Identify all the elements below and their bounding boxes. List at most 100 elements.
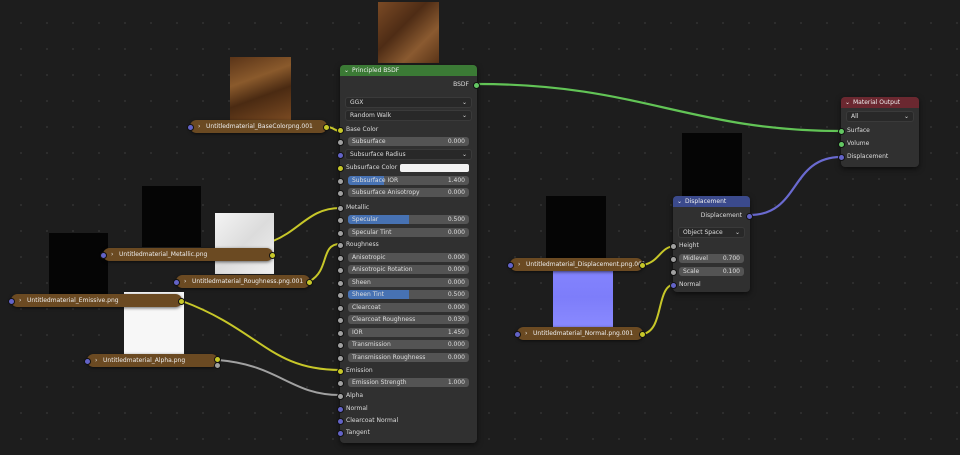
chevron-right-icon[interactable]: › xyxy=(19,294,21,307)
base-color-socket[interactable] xyxy=(337,127,344,134)
color-output-socket[interactable] xyxy=(639,262,646,269)
chevron-right-icon[interactable]: › xyxy=(525,327,527,340)
vector-input-socket[interactable] xyxy=(173,279,180,286)
emission-strength-field[interactable]: Emission Strength 1.000 xyxy=(348,378,469,387)
texture-node-alpha[interactable]: › Untitledmaterial_Alpha.png xyxy=(84,354,221,369)
subsurface-anisotropy-field[interactable]: Subsurface Anisotropy 0.000 xyxy=(348,188,469,197)
vector-input-socket[interactable] xyxy=(8,298,15,305)
transmission-roughness-socket[interactable] xyxy=(337,355,344,362)
anisotropic-socket[interactable] xyxy=(337,255,344,262)
node-header[interactable]: ⌄ Principled BSDF xyxy=(340,65,477,76)
specular-tint-socket[interactable] xyxy=(337,230,344,237)
tangent-socket[interactable] xyxy=(337,430,344,437)
chevron-down-icon[interactable]: ⌄ xyxy=(677,196,682,207)
alpha-output-socket[interactable] xyxy=(214,362,221,369)
clearcoat-socket[interactable] xyxy=(337,305,344,312)
height-socket[interactable] xyxy=(670,243,677,250)
roughness-socket[interactable] xyxy=(337,242,344,249)
target-dropdown[interactable]: All ⌄ xyxy=(846,111,914,122)
vector-input-socket[interactable] xyxy=(84,358,91,365)
color-output-socket[interactable] xyxy=(639,331,646,338)
ior-socket[interactable] xyxy=(337,330,344,337)
subsurface-socket[interactable] xyxy=(337,139,344,146)
node-title: Material Output xyxy=(853,99,901,106)
subsurface-field[interactable]: Subsurface 0.000 xyxy=(348,137,469,146)
vector-input-socket[interactable] xyxy=(187,124,194,131)
color-output-socket[interactable] xyxy=(306,279,313,286)
principled-bsdf-node[interactable]: ⌄ Principled BSDF BSDF GGX ⌄ Random Walk… xyxy=(337,65,480,443)
material-output-node[interactable]: ⌄ Material Output All ⌄ Surface Volume D… xyxy=(838,97,919,167)
dropdown-arrow-icon: ⌄ xyxy=(903,113,909,120)
vector-input-socket[interactable] xyxy=(507,262,514,269)
subsurface-method-dropdown[interactable]: Random Walk ⌄ xyxy=(345,110,472,121)
space-dropdown[interactable]: Object Space ⌄ xyxy=(678,227,745,238)
color-output-socket[interactable] xyxy=(178,298,185,305)
specular-socket[interactable] xyxy=(337,217,344,224)
normal-socket[interactable] xyxy=(670,282,677,289)
bsdf-output-socket[interactable] xyxy=(473,82,480,89)
transmission-field[interactable]: Transmission 0.000 xyxy=(348,340,469,349)
texture-node-roughness[interactable]: › Untitledmaterial_Roughness.png.001 xyxy=(173,275,313,288)
color-output-socket[interactable] xyxy=(269,252,276,259)
sheen-tint-field[interactable]: Sheen Tint 0.500 xyxy=(348,290,469,299)
subsurface-radius-dropdown[interactable]: Subsurface Radius ⌄ xyxy=(345,149,472,160)
displacement-socket[interactable] xyxy=(838,154,845,161)
chevron-right-icon[interactable]: › xyxy=(184,275,186,288)
anisotropic-field[interactable]: Anisotropic 0.000 xyxy=(348,253,469,262)
chevron-right-icon[interactable]: › xyxy=(198,120,200,133)
node-header[interactable]: ⌄ Displacement xyxy=(673,196,750,207)
metallic-thumbnail xyxy=(142,186,201,247)
bsdf-output-row: BSDF xyxy=(340,79,480,90)
dropdown-arrow-icon: ⌄ xyxy=(461,151,467,158)
chevron-right-icon[interactable]: › xyxy=(518,258,520,271)
chevron-right-icon[interactable]: › xyxy=(111,248,113,261)
surface-socket[interactable] xyxy=(838,128,845,135)
texture-node-basecolor[interactable]: › Untitledmaterial_BaseColorpng.001 xyxy=(187,120,330,133)
normal-socket[interactable] xyxy=(337,406,344,413)
subsurface-ior-field[interactable]: Subsurface IOR 1.400 xyxy=(348,176,469,185)
vector-input-socket[interactable] xyxy=(514,331,521,338)
subsurface-color-socket[interactable] xyxy=(337,165,344,172)
chevron-down-icon[interactable]: ⌄ xyxy=(845,97,850,108)
emission-socket[interactable] xyxy=(337,368,344,375)
vector-input-socket[interactable] xyxy=(100,252,107,259)
emission-strength-socket[interactable] xyxy=(337,380,344,387)
output-label: BSDF xyxy=(453,81,469,88)
alpha-socket[interactable] xyxy=(337,393,344,400)
subsurface-anisotropy-socket[interactable] xyxy=(337,190,344,197)
midlevel-field[interactable]: Midlevel 0.700 xyxy=(679,254,744,263)
distribution-dropdown[interactable]: GGX ⌄ xyxy=(345,97,472,108)
color-output-socket[interactable] xyxy=(323,124,330,131)
midlevel-socket[interactable] xyxy=(670,256,677,263)
sheen-field[interactable]: Sheen 0.000 xyxy=(348,278,469,287)
texture-node-metallic[interactable]: › Untitledmaterial_Metallic.png xyxy=(100,248,276,261)
node-header[interactable]: ⌄ Material Output xyxy=(841,97,919,108)
texture-node-normal[interactable]: › Untitledmaterial_Normal.png.001 xyxy=(514,327,646,340)
volume-socket[interactable] xyxy=(838,141,845,148)
clearcoat-roughness-socket[interactable] xyxy=(337,317,344,324)
chevron-down-icon[interactable]: ⌄ xyxy=(344,65,349,76)
anisotropic-rotation-socket[interactable] xyxy=(337,267,344,274)
texture-node-displacement[interactable]: › Untitledmaterial_Displacement.png.001 xyxy=(507,258,646,271)
transmission-roughness-field[interactable]: Transmission Roughness 0.000 xyxy=(348,353,469,362)
subsurface-radius-socket[interactable] xyxy=(337,152,344,159)
clearcoat-roughness-field[interactable]: Clearcoat Roughness 0.030 xyxy=(348,315,469,324)
texture-node-emissive[interactable]: › Untitledmaterial_Emissive.png xyxy=(8,294,185,307)
clearcoat-normal-socket[interactable] xyxy=(337,418,344,425)
displacement-output-socket[interactable] xyxy=(746,213,753,220)
transmission-socket[interactable] xyxy=(337,342,344,349)
ior-field[interactable]: IOR 1.450 xyxy=(348,328,469,337)
specular-field[interactable]: Specular 0.500 xyxy=(348,215,469,224)
subsurface-ior-socket[interactable] xyxy=(337,178,344,185)
subsurface-color-swatch[interactable] xyxy=(400,164,469,172)
metallic-socket[interactable] xyxy=(337,205,344,212)
sheen-tint-socket[interactable] xyxy=(337,292,344,299)
clearcoat-field[interactable]: Clearcoat 0.000 xyxy=(348,303,469,312)
anisotropic-rotation-field[interactable]: Anisotropic Rotation 0.000 xyxy=(348,265,469,274)
scale-socket[interactable] xyxy=(670,269,677,276)
scale-field[interactable]: Scale 0.100 xyxy=(679,267,744,276)
displacement-node[interactable]: ⌄ Displacement Displacement Object Space… xyxy=(670,196,753,292)
sheen-socket[interactable] xyxy=(337,280,344,287)
chevron-right-icon[interactable]: › xyxy=(95,354,97,367)
specular-tint-field[interactable]: Specular Tint 0.000 xyxy=(348,228,469,237)
